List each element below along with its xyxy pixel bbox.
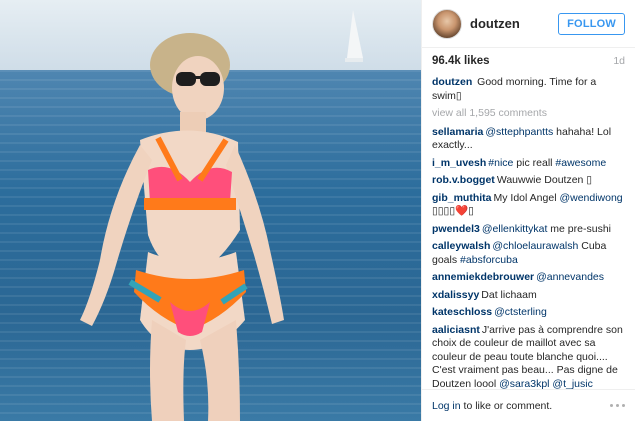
comment-username[interactable]: sellamaria: [432, 126, 483, 138]
post-side-panel: doutzen FOLLOW 96.4k likes 1d doutzen Go…: [421, 0, 635, 421]
comments-list: doutzen Good morning. Time for a swim▯ v…: [422, 74, 635, 389]
comment-username[interactable]: kateschloss: [432, 306, 492, 318]
comment-container: sellamaria @sttephpantts hahaha! Lol exac…: [432, 126, 625, 389]
comment-item: gib_muthita My Idol Angel @wendiwong ▯▯▯▯…: [432, 192, 625, 219]
likes-count[interactable]: 96.4k likes: [432, 55, 490, 67]
login-prompt: Log in to like or comment.: [432, 400, 552, 412]
comment-mention[interactable]: @wendiwong: [559, 192, 622, 204]
comment-username[interactable]: calleywalsh: [432, 240, 490, 252]
follow-button[interactable]: FOLLOW: [558, 12, 625, 35]
comment-text: ▯▯▯▯❤️▯: [432, 205, 474, 218]
comment-text: Dat lichaam: [481, 288, 537, 301]
comment-item: sellamaria @sttephpantts hahaha! Lol exac…: [432, 126, 625, 153]
sailboat-shape: [345, 10, 363, 62]
post-age[interactable]: 1d: [613, 55, 625, 67]
comment-item: kateschloss @ctsterling: [432, 306, 625, 320]
comment-mention[interactable]: @annevandes: [536, 271, 604, 283]
comment-item: pwendel3 @ellenkittykat me pre-sushi: [432, 223, 625, 237]
dot: [622, 404, 625, 408]
comment-username[interactable]: xdalissyy: [432, 289, 479, 301]
comment-mention[interactable]: @ctsterling: [494, 306, 547, 318]
comment-text: My Idol Angel: [493, 191, 560, 204]
comment-text: pic reall: [513, 156, 556, 169]
caption-username[interactable]: doutzen: [432, 76, 472, 88]
comment-item: calleywalsh @chloelaurawalsh Cuba goals #…: [432, 240, 625, 267]
comment-username[interactable]: annemiekdebrouwer: [432, 271, 534, 283]
comment-mention[interactable]: @sara3kpl: [499, 378, 549, 389]
login-prompt-text: to like or comment.: [460, 399, 553, 412]
comment-mention[interactable]: #absforcuba: [460, 254, 518, 266]
comment-mention[interactable]: @t_jusic: [552, 378, 592, 389]
comment-item: rob.v.bogget Wauwwie Doutzen ▯: [432, 174, 625, 188]
comment-username[interactable]: rob.v.bogget: [432, 174, 495, 186]
view-all-comments-link[interactable]: view all 1,595 comments: [432, 107, 625, 121]
comment-item: aaliciasnt J'arrive pas à comprendre son …: [432, 324, 625, 389]
post-photo[interactable]: [0, 0, 421, 421]
comment-text: Wauwwie Doutzen ▯: [496, 174, 593, 187]
post-footer: Log in to like or comment.: [422, 389, 635, 421]
comment-username[interactable]: aaliciasnt: [432, 324, 480, 336]
comment-mention[interactable]: @ellenkittykat: [482, 223, 548, 235]
comment-text: me pre-sushi: [547, 222, 611, 235]
post-username[interactable]: doutzen: [470, 16, 550, 31]
comment-item: annemiekdebrouwer @annevandes: [432, 271, 625, 285]
post-header: doutzen FOLLOW: [422, 0, 635, 49]
dot: [616, 404, 619, 408]
instagram-post: doutzen FOLLOW 96.4k likes 1d doutzen Go…: [0, 0, 635, 421]
comment-username[interactable]: gib_muthita: [432, 192, 492, 204]
avatar[interactable]: [432, 8, 462, 39]
comment-item: xdalissyy Dat lichaam: [432, 289, 625, 303]
caption: doutzen Good morning. Time for a swim▯: [432, 76, 625, 103]
comment-username[interactable]: i_m_uvesh: [432, 157, 486, 169]
comment-mention[interactable]: #awesome: [555, 157, 606, 169]
post-meta: 96.4k likes 1d: [422, 48, 635, 74]
more-options-icon[interactable]: [610, 404, 625, 408]
login-link[interactable]: Log in: [432, 400, 461, 412]
comment-mention[interactable]: #nice: [488, 157, 513, 169]
comment-username[interactable]: pwendel3: [432, 223, 480, 235]
comment-item: i_m_uvesh #nice pic reall #awesome: [432, 157, 625, 171]
comment-mention[interactable]: @chloelaurawalsh: [492, 240, 578, 252]
comment-mention[interactable]: @sttephpantts: [485, 126, 553, 138]
dot: [610, 404, 613, 408]
woman-in-bikini-figure: [80, 33, 284, 421]
